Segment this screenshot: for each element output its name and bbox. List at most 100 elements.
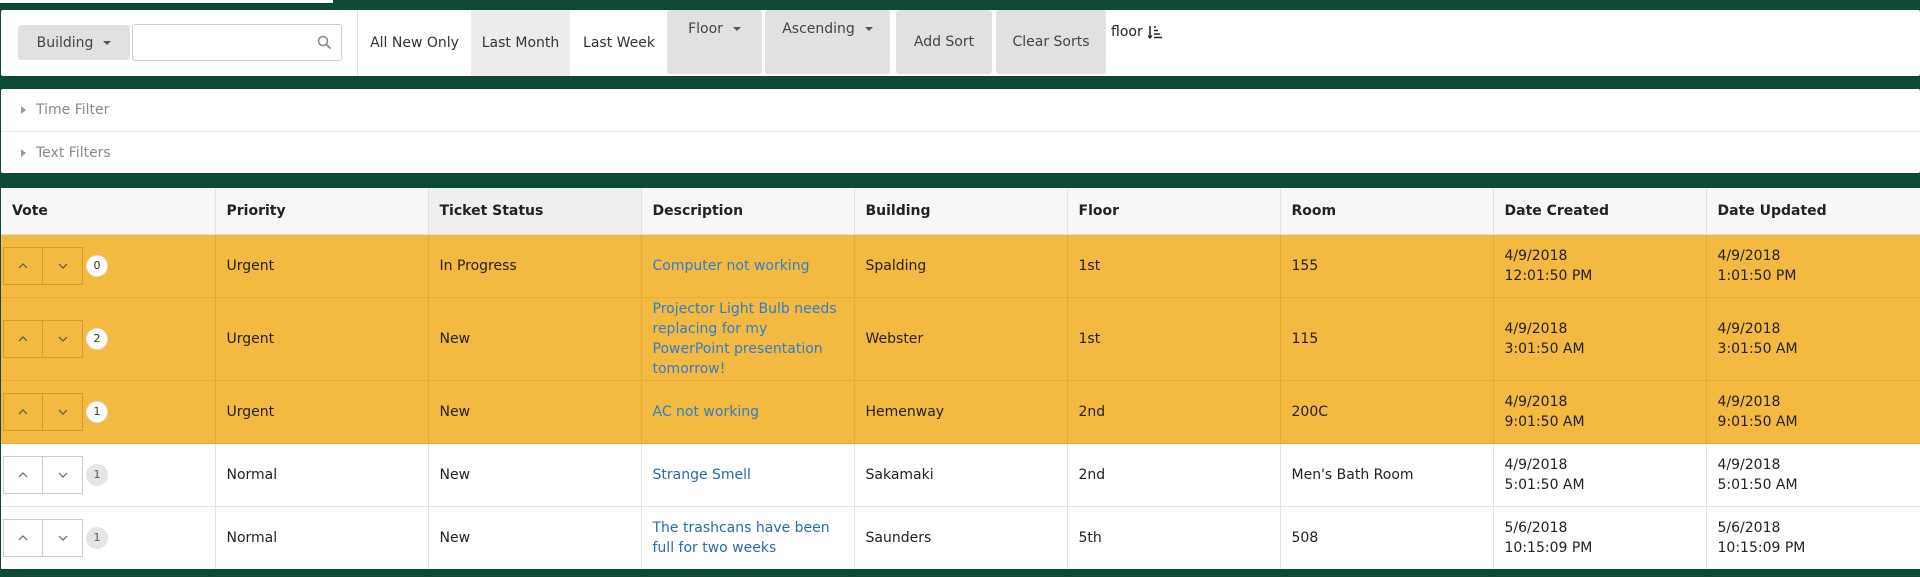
chevron-down-icon — [58, 336, 67, 342]
priority-cell: Urgent — [215, 380, 429, 443]
downvote-button[interactable] — [43, 518, 83, 557]
chevron-up-icon — [18, 408, 28, 414]
date-updated-time: 5:01:50 AM — [1717, 476, 1798, 493]
building-cell: Sakamaki — [854, 443, 1068, 506]
description-link[interactable]: Strange Smell — [641, 443, 855, 506]
add-sort-button[interactable]: Add Sort — [896, 10, 992, 74]
sort-order-label: Ascending — [782, 21, 855, 37]
vote-count-badge: 1 — [86, 463, 108, 486]
date-updated-date: 4/9/2018 — [1717, 393, 1781, 410]
date-created-date: 4/9/2018 — [1504, 393, 1568, 410]
building-cell: Saunders — [854, 506, 1068, 569]
last-week-button[interactable]: Last Week — [570, 10, 668, 76]
chevron-down-icon — [732, 27, 741, 31]
caret-right-icon — [21, 106, 26, 114]
description-link[interactable]: Projector Light Bulb needs replacing for… — [641, 297, 855, 380]
downvote-button[interactable] — [43, 319, 83, 358]
status-cell: In Progress — [428, 234, 642, 297]
date-updated-time: 3:01:50 AM — [1717, 340, 1798, 357]
date-created-time: 12:01:50 PM — [1504, 267, 1593, 284]
upvote-button[interactable] — [3, 319, 43, 358]
vote-count-badge: 1 — [86, 526, 108, 549]
table-row[interactable]: 1 Urgent New AC not working Hemenway 2nd… — [1, 380, 1920, 443]
status-cell: New — [428, 506, 642, 569]
building-cell: Webster — [854, 297, 1068, 380]
date-created-cell: 4/9/2018 5:01:50 AM — [1493, 443, 1707, 506]
description-link[interactable]: Computer not working — [641, 234, 855, 297]
room-cell: 200C — [1280, 380, 1494, 443]
date-created-cell: 4/9/2018 9:01:50 AM — [1493, 380, 1707, 443]
column-header-room[interactable]: Room — [1280, 188, 1494, 235]
vote-cell: 1 — [1, 443, 216, 506]
date-created-time: 10:15:09 PM — [1504, 539, 1593, 556]
last-month-button[interactable]: Last Month — [471, 10, 570, 76]
date-updated-time: 1:01:50 PM — [1717, 267, 1797, 284]
search-input[interactable] — [141, 25, 311, 58]
table-row[interactable]: 2 Urgent New Projector Light Bulb needs … — [1, 297, 1920, 380]
tickets-table-container: Vote Priority Ticket Status Description … — [1, 188, 1920, 569]
table-row[interactable]: 1 Normal New The trashcans have been ful… — [1, 506, 1920, 569]
description-link[interactable]: AC not working — [641, 380, 855, 443]
chevron-down-icon — [58, 472, 67, 478]
caret-right-icon — [21, 148, 26, 157]
sort-order-dropdown[interactable]: Ascending — [765, 10, 890, 74]
building-dropdown-button[interactable]: Building — [18, 25, 130, 60]
upvote-button[interactable] — [3, 392, 43, 431]
column-header-date-created[interactable]: Date Created — [1493, 188, 1707, 235]
chevron-down-icon — [58, 263, 67, 269]
date-created-time: 5:01:50 AM — [1504, 476, 1585, 493]
vote-count-badge: 0 — [86, 254, 108, 277]
vote-count-badge: 1 — [86, 400, 108, 423]
table-row[interactable]: 0 Urgent In Progress Computer not workin… — [1, 234, 1920, 297]
column-header-building[interactable]: Building — [854, 188, 1068, 235]
filter-toolbar: Building All New Only Last Month Last We… — [1, 10, 1920, 76]
all-new-only-button[interactable]: All New Only — [358, 10, 471, 76]
table-header-row: Vote Priority Ticket Status Description … — [1, 188, 1920, 235]
date-created-date: 4/9/2018 — [1504, 456, 1568, 473]
upvote-button[interactable] — [3, 518, 43, 557]
column-header-floor[interactable]: Floor — [1067, 188, 1281, 235]
description-link[interactable]: The trashcans have been full for two wee… — [641, 506, 855, 569]
downvote-button[interactable] — [43, 246, 83, 285]
top-progress-strip — [0, 0, 333, 3]
upvote-button[interactable] — [3, 246, 43, 285]
vote-cell: 2 — [1, 297, 216, 380]
date-created-time: 9:01:50 AM — [1504, 413, 1585, 430]
text-filters-label: Text Filters — [36, 144, 111, 161]
room-cell: 115 — [1280, 297, 1494, 380]
text-filters-toggle[interactable]: Text Filters — [1, 131, 1920, 173]
search-icon[interactable] — [317, 35, 331, 49]
chevron-up-icon — [18, 262, 28, 268]
active-sort-indicator[interactable]: floor — [1111, 24, 1162, 40]
column-header-vote[interactable]: Vote — [1, 188, 216, 235]
downvote-button[interactable] — [43, 455, 83, 494]
vote-count-badge: 2 — [86, 327, 108, 350]
column-header-priority[interactable]: Priority — [215, 188, 429, 235]
date-updated-date: 4/9/2018 — [1717, 247, 1781, 264]
priority-cell: Normal — [215, 506, 429, 569]
time-filter-toggle[interactable]: Time Filter — [1, 89, 1920, 131]
date-created-cell: 4/9/2018 3:01:50 AM — [1493, 297, 1707, 380]
vote-cell: 1 — [1, 380, 216, 443]
tickets-table: Vote Priority Ticket Status Description … — [1, 188, 1920, 569]
status-cell: New — [428, 380, 642, 443]
search-box — [132, 24, 342, 61]
table-row[interactable]: 1 Normal New Strange Smell Sakamaki 2nd … — [1, 443, 1920, 506]
building-dropdown-label: Building — [36, 34, 94, 51]
chevron-down-icon — [103, 40, 112, 45]
building-cell: Hemenway — [854, 380, 1068, 443]
column-header-ticket-status[interactable]: Ticket Status — [428, 188, 642, 235]
downvote-button[interactable] — [43, 392, 83, 431]
date-created-date: 4/9/2018 — [1504, 320, 1568, 337]
room-cell: Men's Bath Room — [1280, 443, 1494, 506]
date-created-time: 3:01:50 AM — [1504, 340, 1585, 357]
clear-sorts-button[interactable]: Clear Sorts — [996, 10, 1106, 74]
floor-cell: 1st — [1067, 297, 1281, 380]
sort-field-dropdown[interactable]: Floor — [667, 10, 762, 74]
column-header-description[interactable]: Description — [641, 188, 855, 235]
date-updated-cell: 5/6/2018 10:15:09 PM — [1706, 506, 1920, 569]
priority-cell: Normal — [215, 443, 429, 506]
column-header-date-updated[interactable]: Date Updated — [1706, 188, 1920, 235]
priority-cell: Urgent — [215, 297, 429, 380]
upvote-button[interactable] — [3, 455, 43, 494]
